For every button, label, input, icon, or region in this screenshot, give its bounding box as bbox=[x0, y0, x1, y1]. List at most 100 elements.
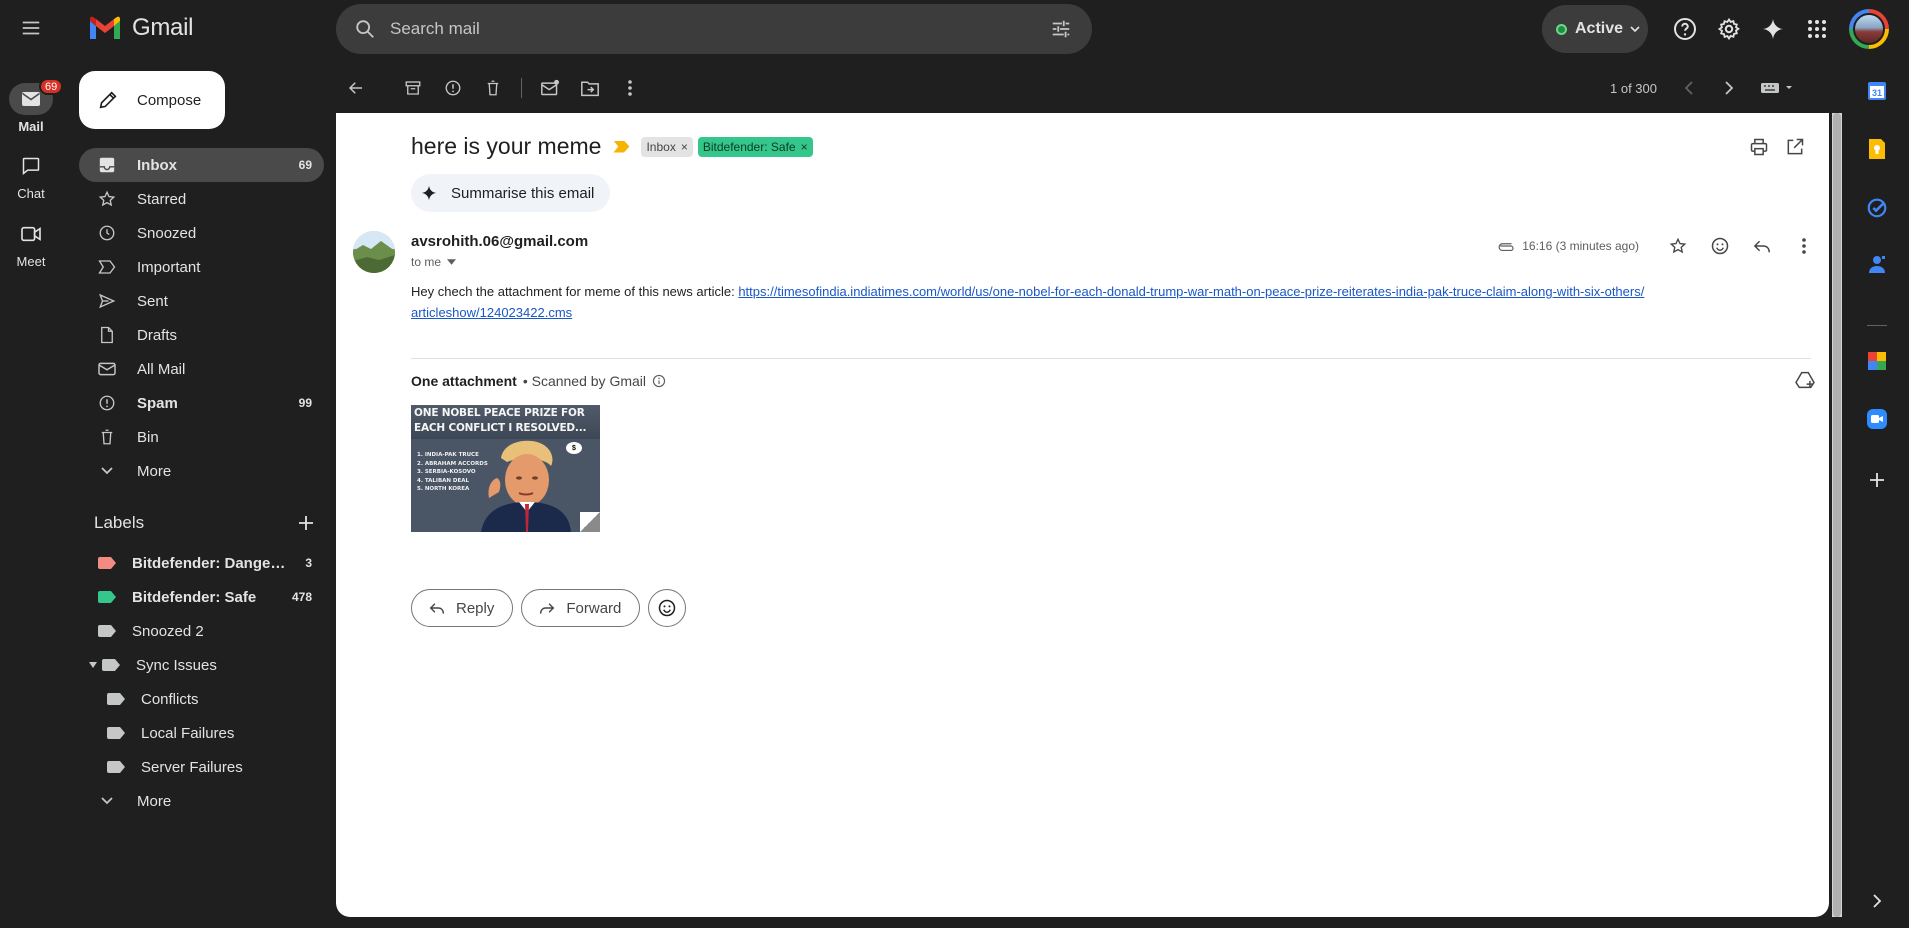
more-actions-button[interactable] bbox=[610, 68, 650, 108]
labels-more-label: More bbox=[137, 792, 172, 810]
recipient-details[interactable]: to me bbox=[411, 255, 457, 269]
body-text: Hey chech the attachment for meme of thi… bbox=[411, 284, 739, 299]
sidebar-item-snoozed[interactable]: Snoozed bbox=[79, 216, 324, 250]
sidebar-item-bin[interactable]: Bin bbox=[79, 420, 324, 454]
hide-side-panel-button[interactable] bbox=[1864, 888, 1890, 914]
label-item-bitdefender-safe[interactable]: Bitdefender: Safe 478 bbox=[79, 580, 324, 614]
sender-avatar[interactable] bbox=[353, 231, 395, 273]
label-count: 3 bbox=[305, 556, 312, 570]
mark-unread-icon bbox=[541, 79, 559, 96]
back-button[interactable] bbox=[336, 68, 376, 108]
newer-button[interactable] bbox=[1669, 68, 1709, 108]
info-icon[interactable] bbox=[652, 374, 666, 388]
open-in-new-window-icon[interactable] bbox=[1785, 137, 1805, 157]
reply-button[interactable]: Reply bbox=[411, 589, 514, 627]
older-button[interactable] bbox=[1709, 68, 1749, 108]
rail-pill-meet bbox=[9, 218, 53, 250]
help-button[interactable] bbox=[1665, 9, 1705, 49]
star-icon bbox=[97, 189, 117, 209]
calendar-app-button[interactable]: 31 bbox=[1864, 78, 1890, 104]
article-link-continued[interactable]: articleshow/124023422.cms bbox=[411, 305, 572, 320]
summarise-button[interactable]: Summarise this email bbox=[411, 174, 611, 212]
reply-label: Reply bbox=[456, 599, 495, 617]
sidebar-item-more[interactable]: More bbox=[79, 454, 324, 488]
labels-more[interactable]: More bbox=[79, 784, 324, 818]
meme-list-item: 1. INDIA-PAK TRUCE bbox=[417, 452, 479, 458]
tasks-app-button[interactable] bbox=[1864, 194, 1890, 220]
sidebar-item-spam[interactable]: Spam 99 bbox=[79, 386, 324, 420]
label-item-sync-issues[interactable]: Sync Issues bbox=[79, 648, 324, 682]
get-addons-button[interactable] bbox=[1864, 467, 1890, 493]
zoom-app-button[interactable] bbox=[1864, 406, 1890, 432]
forward-button[interactable]: Forward bbox=[521, 589, 641, 627]
sidebar-item-drafts[interactable]: Drafts bbox=[79, 318, 324, 352]
message-scrollbar[interactable] bbox=[1832, 113, 1842, 917]
pencil-icon bbox=[99, 91, 117, 109]
label-tag-icon bbox=[98, 591, 116, 603]
move-to-button[interactable] bbox=[570, 68, 610, 108]
emoji-reaction-button[interactable] bbox=[648, 589, 687, 627]
side-panel-divider bbox=[1867, 325, 1887, 326]
main-menu-button[interactable] bbox=[12, 9, 50, 47]
label-name: Bitdefender: Dange… bbox=[132, 554, 286, 572]
important-marker-icon[interactable] bbox=[613, 140, 630, 153]
rail-item-meet[interactable]: Meet bbox=[0, 218, 62, 269]
report-spam-button[interactable] bbox=[433, 68, 473, 108]
contacts-app-button[interactable] bbox=[1864, 251, 1890, 277]
label-item-local-failures[interactable]: Local Failures bbox=[79, 716, 324, 750]
attachment-thumbnail[interactable]: ONE NOBEL PEACE PRIZE FOR EACH CONFLICT … bbox=[411, 405, 600, 532]
add-label-icon[interactable] bbox=[298, 515, 314, 531]
search-options-icon[interactable] bbox=[1036, 4, 1086, 54]
compose-button[interactable]: Compose bbox=[79, 71, 225, 129]
trash-icon bbox=[97, 427, 117, 447]
label-item-server-failures[interactable]: Server Failures bbox=[79, 750, 324, 784]
sidebar-item-all-mail[interactable]: All Mail bbox=[79, 352, 324, 386]
sidebar-item-important[interactable]: Important bbox=[79, 250, 324, 284]
remove-label-icon[interactable]: × bbox=[801, 140, 808, 154]
message-more-button[interactable] bbox=[1787, 229, 1821, 263]
sidebar-item-inbox[interactable]: Inbox 69 bbox=[79, 148, 324, 182]
top-bar: Gmail Active bbox=[0, 0, 1909, 58]
caret-down-icon[interactable] bbox=[84, 661, 102, 669]
mail-unread-badge: 69 bbox=[39, 78, 64, 95]
label-item-conflicts[interactable]: Conflicts bbox=[79, 682, 324, 716]
reply-quick-button[interactable] bbox=[1745, 229, 1779, 263]
settings-button[interactable] bbox=[1709, 9, 1749, 49]
sidebar-item-starred[interactable]: Starred bbox=[79, 182, 324, 216]
rail-item-chat[interactable]: Chat bbox=[0, 150, 62, 201]
label-item-snoozed-2[interactable]: Snoozed 2 bbox=[79, 614, 324, 648]
label-item-bitdefender-dangerous[interactable]: Bitdefender: Dange… 3 bbox=[79, 546, 324, 580]
print-icon[interactable] bbox=[1749, 137, 1769, 157]
unread-count: 99 bbox=[298, 396, 312, 410]
archive-button[interactable] bbox=[393, 68, 433, 108]
keep-app-button[interactable] bbox=[1864, 136, 1890, 162]
search-icon[interactable] bbox=[340, 4, 390, 54]
summarise-label: Summarise this email bbox=[451, 184, 595, 202]
star-button[interactable] bbox=[1661, 229, 1695, 263]
arrow-back-icon bbox=[348, 82, 362, 94]
search-input[interactable] bbox=[390, 19, 1036, 39]
label-chip-bitdefender-safe[interactable]: Bitdefender: Safe × bbox=[697, 136, 813, 157]
label-tag-icon bbox=[98, 625, 116, 637]
scrollbar-thumb[interactable] bbox=[1833, 113, 1841, 917]
delete-button[interactable] bbox=[473, 68, 513, 108]
rail-item-mail[interactable]: 69 Mail bbox=[0, 78, 64, 134]
article-link[interactable]: https://timesofindia.indiatimes.com/worl… bbox=[738, 284, 1644, 299]
meme-portrait-image bbox=[481, 440, 571, 532]
remove-label-icon[interactable]: × bbox=[681, 140, 688, 154]
apps-button[interactable] bbox=[1797, 9, 1837, 49]
gemini-button[interactable] bbox=[1753, 9, 1793, 49]
office-app-button[interactable] bbox=[1864, 348, 1890, 374]
add-to-drive-icon[interactable] bbox=[1795, 371, 1815, 389]
account-avatar[interactable] bbox=[1849, 9, 1889, 49]
compose-label: Compose bbox=[137, 91, 202, 109]
label-chip-inbox[interactable]: Inbox × bbox=[641, 136, 693, 157]
mark-unread-button[interactable] bbox=[530, 68, 570, 108]
gmail-logo[interactable]: Gmail bbox=[88, 14, 193, 42]
sender-email[interactable]: avsrohith.06@gmail.com bbox=[411, 233, 588, 250]
status-chip[interactable]: Active bbox=[1542, 5, 1648, 53]
add-reaction-button[interactable] bbox=[1703, 229, 1737, 263]
sidebar-item-sent[interactable]: Sent bbox=[79, 284, 324, 318]
input-tools-button[interactable] bbox=[1749, 68, 1805, 108]
chip-label: Bitdefender: Safe bbox=[702, 139, 796, 154]
